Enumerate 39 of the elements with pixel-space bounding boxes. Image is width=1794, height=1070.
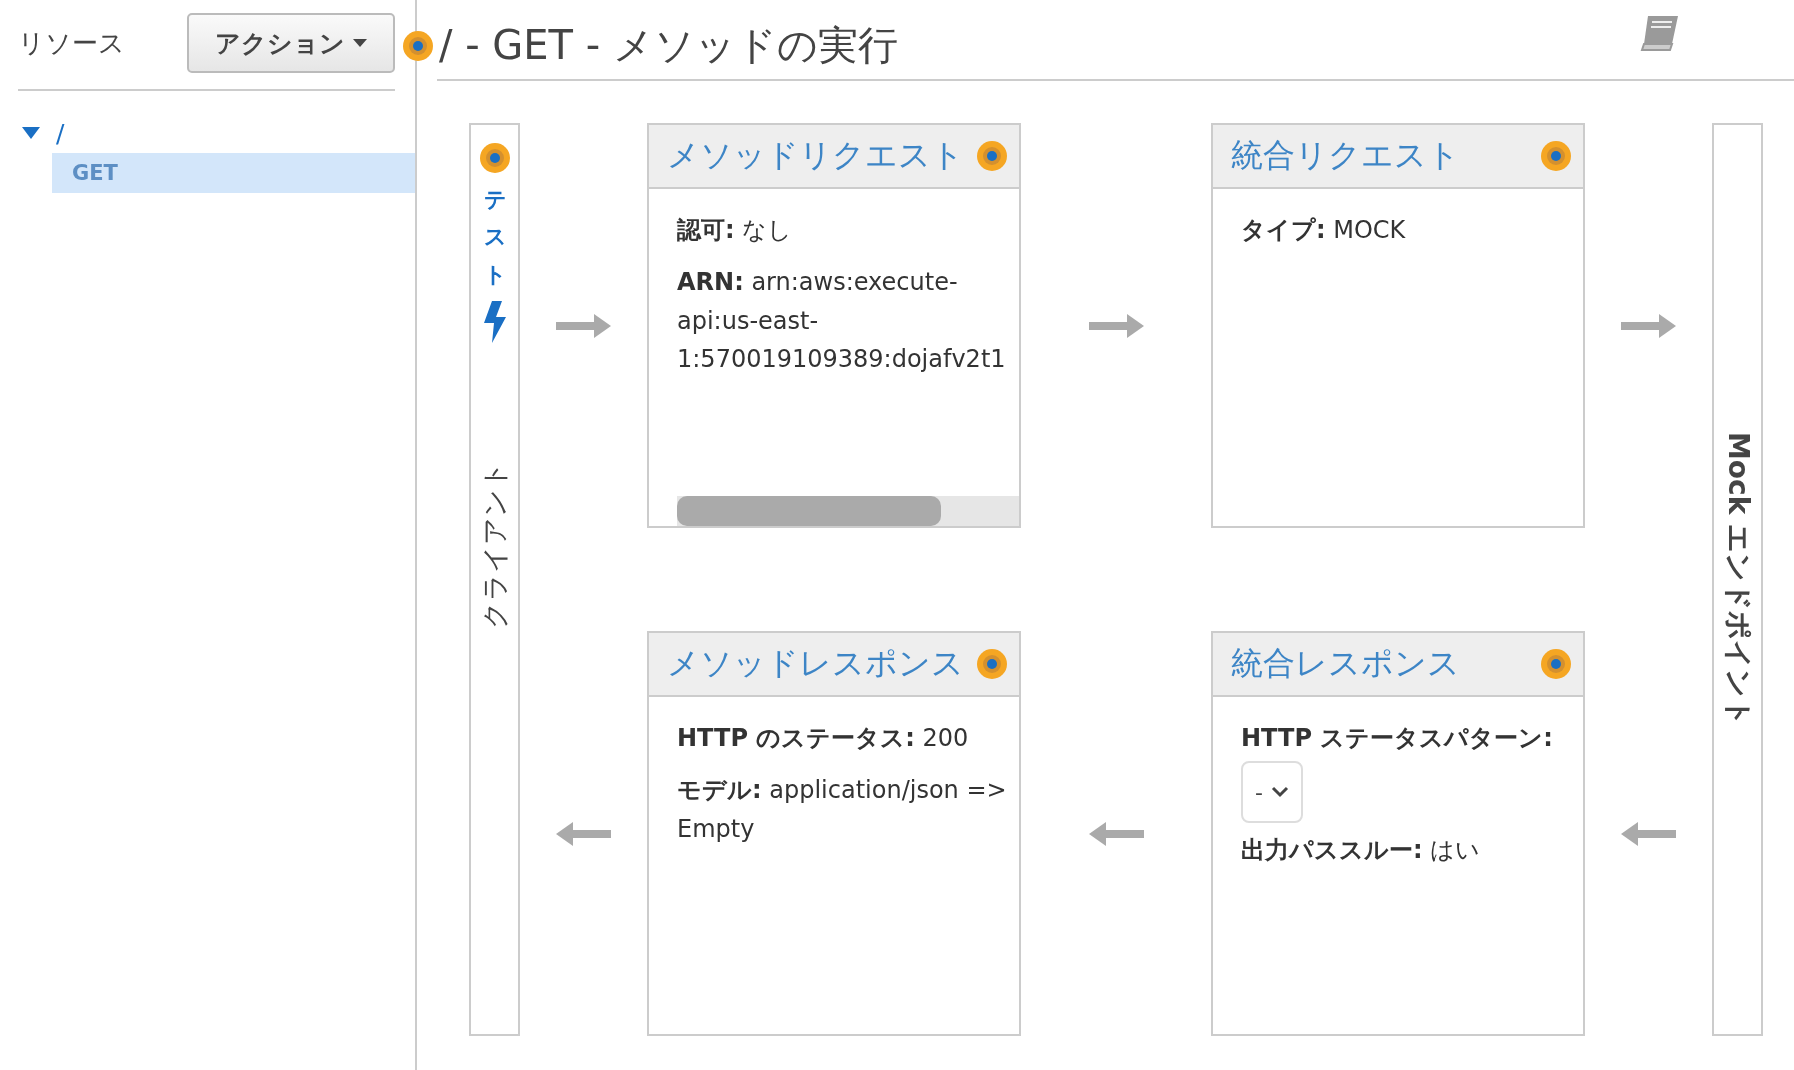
client-label: クライアント: [477, 461, 511, 630]
card-title-link[interactable]: メソッドレスポンス: [667, 642, 964, 686]
endpoint-label: Mock エンドポイント: [1720, 431, 1756, 728]
tree-item[interactable]: /: [22, 113, 415, 153]
arrow-left-icon: [556, 821, 611, 846]
field-text: HTTP のステータス: 200: [677, 723, 970, 754]
target-icon: [1541, 141, 1571, 171]
target-icon: [403, 30, 433, 61]
arrow-left-icon: [1621, 821, 1676, 846]
card-title-link[interactable]: メソッドリクエスト: [667, 134, 964, 178]
target-icon: [1541, 649, 1571, 679]
action-button[interactable]: アクション: [187, 13, 395, 73]
field-text: ARN: arn:aws:execute-api:us-east-1:570019109389:dojafv2t1: [677, 267, 1007, 376]
target-icon: [479, 143, 510, 173]
scrollbar-thumb[interactable]: [677, 496, 941, 526]
field-label: HTTP ステータスパターン:: [1241, 724, 1553, 752]
arrow-left-icon: [1088, 821, 1144, 846]
test-button[interactable]: テスト: [479, 125, 510, 344]
caret-icon: [353, 39, 367, 47]
status-select[interactable]: -: [1241, 761, 1303, 824]
sidebar-title: リソース: [18, 26, 125, 60]
book-icon[interactable]: [1640, 14, 1680, 52]
card-title-link[interactable]: 統合レスポンス: [1231, 642, 1460, 686]
tree-item[interactable]: GET: [52, 153, 415, 193]
lightning-icon: [483, 301, 506, 344]
arrow-right-icon: [556, 313, 611, 338]
field-text: タイプ: MOCK: [1241, 215, 1407, 246]
caret-icon[interactable]: [22, 127, 40, 139]
arrow-right-icon: [1088, 313, 1144, 338]
target-icon: [977, 649, 1007, 679]
scrollbar-track[interactable]: [677, 496, 1019, 526]
card-title-link[interactable]: 統合リクエスト: [1231, 134, 1460, 178]
target-icon: [977, 141, 1007, 171]
chevron-down-icon: [1270, 786, 1289, 799]
field-text: モデル: application/json => Empty: [677, 775, 1008, 845]
arrow-right-icon: [1621, 313, 1676, 338]
field-text: 認可: なし: [677, 215, 794, 246]
page-title: / - GET - メソッドの実行: [439, 21, 898, 70]
field-text: 出力パススルー: はい: [1241, 835, 1482, 867]
